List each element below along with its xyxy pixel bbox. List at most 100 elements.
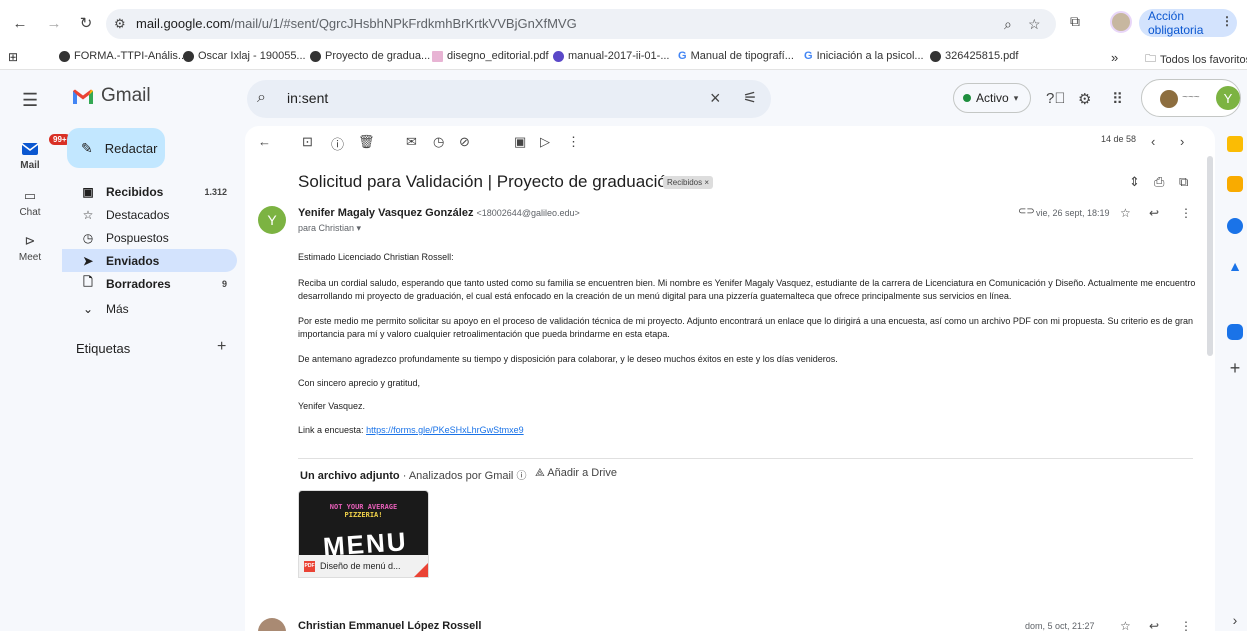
settings-gear-icon[interactable]: ⚙ — [1078, 90, 1091, 108]
reply-icon[interactable]: ↩ — [1149, 619, 1159, 631]
search-options-icon[interactable]: ⚟ — [743, 88, 757, 108]
bookmark-2[interactable]: Oscar Ixlaj - 190055... — [183, 50, 306, 62]
compose-button[interactable]: ✎ Redactar — [67, 128, 165, 168]
forward-arrow-icon[interactable]: → — [44, 13, 64, 33]
more-options-icon[interactable]: ⋮ — [567, 134, 580, 150]
browser-toolbar: ← → ↻ ⚙ mail.google.com/mail/u/1/#sent/Q… — [0, 0, 1247, 44]
zoom-icon[interactable]: ⌕ — [1004, 16, 1012, 33]
main-menu-icon[interactable]: ☰ — [22, 90, 38, 111]
url-text[interactable]: mail.google.com/mail/u/1/#sent/QgrcJHsbh… — [136, 16, 577, 31]
print-icon[interactable]: ⎙ — [1154, 174, 1164, 190]
gmail-logo[interactable]: Gmail — [72, 85, 151, 107]
attachment-file-chip[interactable]: PDF Diseño de menú d... — [298, 555, 429, 578]
search-bar[interactable]: ⌕ × ⚟ — [247, 80, 771, 118]
help-icon[interactable]: ?⃝ — [1046, 90, 1066, 107]
address-bar[interactable]: ⚙ mail.google.com/mail/u/1/#sent/QgrcJHs… — [106, 9, 1056, 39]
star-icon[interactable]: ☆ — [1120, 206, 1131, 220]
rail-mail[interactable]: 99+ Mail — [0, 134, 71, 171]
label-icon[interactable]: ▷ — [540, 134, 550, 150]
bookmark-1[interactable]: FORMA.-TTPI-Anális... — [59, 50, 187, 62]
bookmark-8[interactable]: 326425815.pdf — [930, 50, 1018, 62]
apps-grid-icon[interactable]: ⊞ — [8, 50, 18, 64]
contacts-app-icon[interactable]: ▲ — [1227, 258, 1243, 274]
sidebar-item-starred[interactable]: ☆ Destacados — [62, 203, 237, 226]
move-to-icon[interactable]: ▣ — [514, 134, 526, 150]
survey-link-label: Link a encuesta: — [298, 425, 364, 435]
sender-avatar[interactable]: Y — [258, 206, 286, 234]
attachment-heading: Un archivo adjunto · Analizados por Gmai… — [300, 467, 526, 482]
sidebar-item-inbox[interactable]: ▣ Recibidos 1.312 — [62, 180, 237, 203]
archive-icon[interactable]: ⊡ — [302, 134, 313, 150]
survey-link[interactable]: https://forms.gle/PKeSHxLhrGwStmxe9 — [366, 425, 524, 435]
message-more-icon[interactable]: ⋮ — [1180, 619, 1192, 631]
message-more-icon[interactable]: ⋮ — [1180, 206, 1192, 220]
bookmark-5[interactable]: manual-2017-ii-01-... — [553, 50, 670, 62]
older-chevron-icon[interactable]: › — [1180, 134, 1184, 149]
browser-profile-avatar[interactable] — [1110, 11, 1132, 33]
globe-icon — [59, 50, 70, 62]
back-arrow-icon[interactable]: ← — [10, 13, 30, 33]
sidebar-item-label: Enviados — [106, 253, 160, 268]
sidebar-item-sent[interactable]: ➤ Enviados — [62, 249, 237, 272]
bookmark-7[interactable]: G Iniciación a la psicol... — [804, 50, 924, 62]
bookmark-4[interactable]: disegno_editorial.pdf — [432, 50, 549, 62]
sidebar-item-more[interactable]: ⌄ Más — [62, 297, 237, 320]
folder-icon: 🗀 — [1145, 53, 1156, 65]
add-task-icon[interactable]: ⊘ — [459, 134, 470, 150]
calendar-app-icon[interactable] — [1227, 136, 1243, 152]
account-avatar[interactable]: Y — [1216, 86, 1240, 110]
organization-logo — [1160, 90, 1178, 108]
sender-name[interactable]: Yenifer Magaly Vasquez González <1800264… — [298, 207, 580, 219]
vertical-scrollbar[interactable] — [1207, 156, 1213, 356]
next-message-row[interactable]: Christian Emmanuel López Rossell dom, 5 … — [258, 616, 1203, 631]
account-chip[interactable]: ~~~ Y — [1141, 79, 1241, 117]
zoom-app-icon[interactable] — [1227, 324, 1243, 340]
search-icon[interactable]: ⌕ — [257, 89, 266, 107]
body-paragraph: Por este medio me permito solicitar su a… — [298, 316, 1193, 339]
bookmark-4-label: disegno_editorial.pdf — [447, 50, 549, 62]
rail-meet[interactable]: ⊳ Meet — [0, 232, 60, 263]
google-apps-icon[interactable]: ⠿ — [1112, 90, 1123, 108]
add-to-drive-button[interactable]: ⟁ Añadir a Drive — [535, 467, 617, 480]
sidebar-item-drafts[interactable]: 🗋 Borradores 9 — [62, 272, 237, 295]
mark-unread-icon[interactable]: ✉ — [406, 134, 417, 150]
get-addons-plus-icon[interactable]: + — [1227, 359, 1243, 377]
reply-icon[interactable]: ↩ — [1149, 206, 1159, 220]
bookmark-star-icon[interactable]: ☆ — [1028, 16, 1041, 33]
open-new-window-icon[interactable]: ⧉ — [1179, 174, 1188, 190]
expand-all-icon[interactable]: ⇕ — [1129, 174, 1140, 190]
tasks-app-icon[interactable] — [1227, 218, 1243, 234]
pagination-count: 14 de 58 — [1101, 134, 1137, 144]
gmail-m-icon — [73, 89, 93, 104]
keep-app-icon[interactable] — [1227, 176, 1243, 192]
extensions-icon[interactable]: ⧉ — [1070, 13, 1080, 30]
bookmark-6[interactable]: G Manual de tipografí... — [678, 50, 794, 62]
info-icon[interactable]: ⓘ — [516, 471, 526, 482]
pencil-icon: ✎ — [81, 139, 93, 156]
back-to-list-icon[interactable]: ← — [258, 134, 271, 149]
clear-search-icon[interactable]: × — [710, 88, 721, 109]
status-selector[interactable]: Activo ▾ — [953, 83, 1031, 113]
rail-chat[interactable]: ▭ Chat — [0, 187, 60, 218]
delete-icon[interactable]: 🗑 — [358, 134, 375, 150]
reload-icon[interactable]: ↻ — [76, 13, 96, 33]
bookmarks-overflow-button[interactable]: » — [1111, 50, 1118, 65]
newer-chevron-icon[interactable]: ‹ — [1151, 134, 1155, 149]
all-bookmarks-button[interactable]: 🗀 Todos los favoritos — [1145, 50, 1247, 69]
drive-add-icon: ⟁ — [535, 467, 545, 479]
browser-menu-icon[interactable]: ⋮ — [1221, 14, 1233, 28]
add-label-icon[interactable]: + — [217, 338, 226, 356]
recipient-details[interactable]: para Christian ▾ — [298, 223, 361, 234]
label-chip-inbox[interactable]: Recibidos × — [663, 176, 714, 189]
sidebar-item-snoozed[interactable]: ◷ Pospuestos — [62, 226, 237, 249]
sidebar-item-count: 9 — [221, 278, 227, 289]
search-input[interactable] — [287, 90, 667, 106]
report-spam-icon[interactable]: ⓘ — [331, 134, 344, 153]
show-side-panel-chevron-icon[interactable]: › — [1227, 612, 1243, 628]
action-required-button[interactable]: Acción obligatoria ⋮ — [1139, 9, 1237, 37]
star-icon[interactable]: ☆ — [1120, 619, 1131, 631]
next-message-date: dom, 5 oct, 21:27 — [1025, 621, 1095, 631]
snooze-icon[interactable]: ◷ — [433, 134, 444, 150]
bookmark-3[interactable]: Proyecto de gradua... — [310, 50, 430, 62]
site-info-icon[interactable]: ⚙ — [114, 16, 130, 32]
